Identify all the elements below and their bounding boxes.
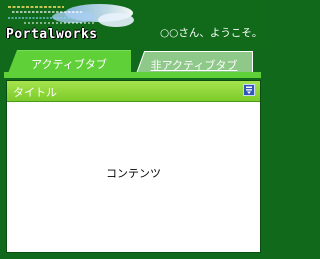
tab-active-label: アクティブタブ (31, 58, 107, 71)
tab-underline (4, 72, 261, 78)
portlet-titlebar: タイトル (7, 81, 260, 102)
portlet-menu-glyph (246, 86, 252, 94)
tab-inactive-label: 非アクティブタブ (150, 59, 238, 72)
header: Portalworks ○○さん、ようこそ。 (0, 0, 265, 46)
welcome-message: ○○さん、ようこそ。 (160, 27, 263, 39)
portlet-content: コンテンツ (106, 167, 161, 180)
portalworks-logo: Portalworks (4, 3, 134, 43)
portlet-title: タイトル (13, 86, 57, 99)
logo-text: Portalworks (6, 27, 98, 42)
portlet: タイトル コンテンツ (6, 80, 261, 253)
portlet-body: コンテンツ (7, 102, 260, 252)
logo-tagline-graphic (8, 4, 134, 27)
portal-page: Portalworks ○○さん、ようこそ。 アクティブタブ 非アクティブタブ … (0, 0, 265, 259)
portlet-menu-icon[interactable] (243, 84, 255, 96)
